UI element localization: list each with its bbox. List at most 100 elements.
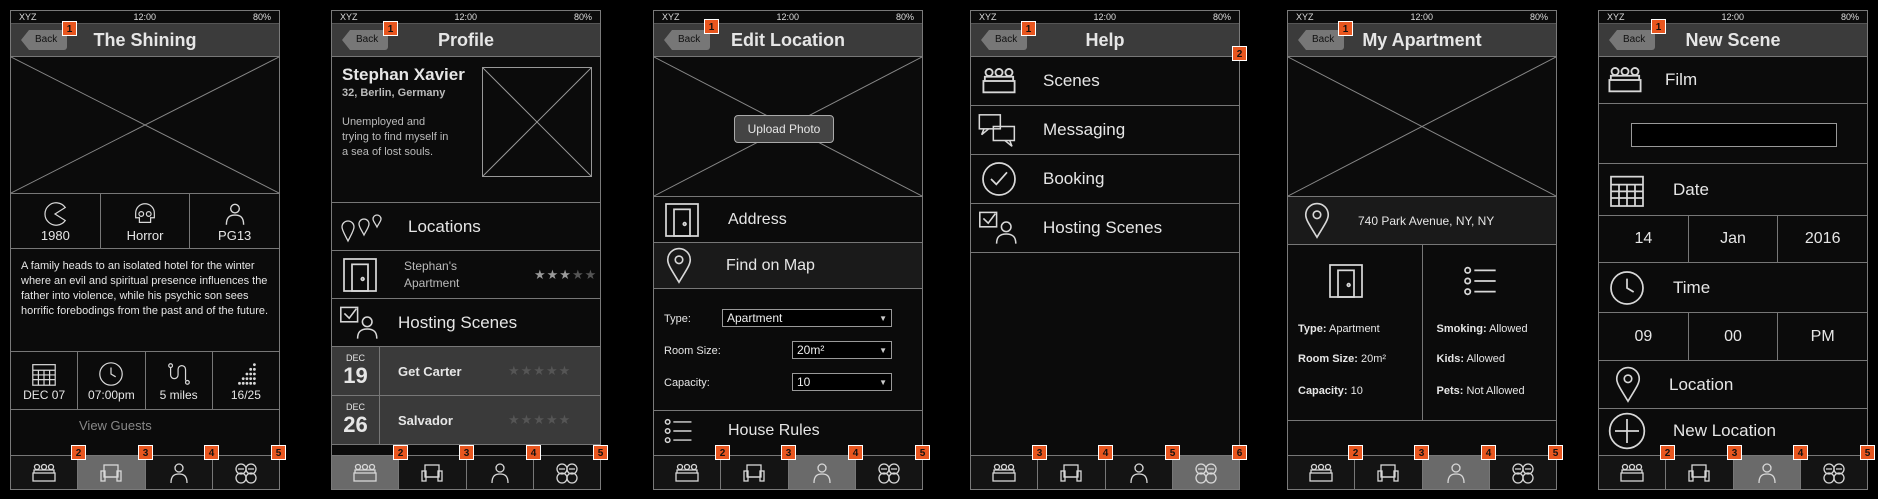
tab-scenes[interactable] bbox=[1288, 456, 1356, 489]
tab-hosting[interactable] bbox=[1038, 456, 1106, 489]
tab-hosting[interactable] bbox=[1666, 456, 1734, 489]
film-reels-icon bbox=[1193, 461, 1219, 485]
page-title: Edit Location bbox=[731, 29, 845, 50]
tab-profile[interactable] bbox=[1106, 456, 1173, 489]
film-reels-icon bbox=[554, 461, 580, 485]
battery-label: 80% bbox=[1529, 12, 1548, 22]
status-time: 12:00 bbox=[1093, 12, 1117, 22]
theater-seats-icon bbox=[674, 461, 700, 485]
time-hour[interactable]: 09 bbox=[1599, 313, 1689, 360]
poster-image-placeholder bbox=[11, 57, 279, 194]
time-minute[interactable]: 00 bbox=[1689, 313, 1779, 360]
help-item-booking[interactable]: Booking bbox=[971, 155, 1239, 204]
person-icon bbox=[221, 200, 249, 228]
event-row[interactable]: DEC 26 Salvador ★★★★★ bbox=[332, 396, 600, 445]
help-item-hosting[interactable]: Hosting Scenes bbox=[971, 204, 1239, 253]
detail-capacity: Capacity: 10 bbox=[1298, 385, 1363, 397]
event-row[interactable]: DEC 19 Get Carter ★★★★★ bbox=[332, 347, 600, 396]
screen-help: XYZ 12:00 80% Back Help Scenes Messaging… bbox=[970, 10, 1240, 490]
find-on-map-row[interactable]: Find on Map bbox=[654, 243, 922, 289]
address-label: Address bbox=[728, 210, 787, 228]
annotation-badge-2: 2 bbox=[1660, 445, 1675, 460]
time-row: Time bbox=[1599, 263, 1867, 313]
tab-hosting[interactable] bbox=[78, 456, 146, 489]
help-item-label: Messaging bbox=[1043, 120, 1126, 139]
time-ampm[interactable]: PM bbox=[1778, 313, 1867, 360]
tab-hosting[interactable] bbox=[399, 456, 467, 489]
location-row[interactable]: Location bbox=[1599, 361, 1867, 409]
address-row[interactable]: 740 Park Avenue, NY, NY bbox=[1288, 197, 1556, 245]
tab-films[interactable] bbox=[1172, 456, 1239, 489]
profile-meta: 32, Berlin, Germany bbox=[342, 87, 446, 99]
upload-photo-button[interactable]: Upload Photo bbox=[734, 115, 834, 143]
annotation-badge-5: 5 bbox=[271, 445, 286, 460]
tab-scenes[interactable] bbox=[332, 456, 400, 489]
theater-seats-icon bbox=[991, 461, 1017, 485]
rule-key: Kids: bbox=[1436, 353, 1465, 365]
status-time: 12:00 bbox=[1410, 12, 1434, 22]
help-item-scenes[interactable]: Scenes bbox=[971, 57, 1239, 106]
annotation-badge-2: 2 bbox=[393, 445, 408, 460]
room-size-select[interactable]: 20m² ▼ bbox=[792, 341, 892, 359]
annotation-badge-5: 5 bbox=[915, 445, 930, 460]
distance-label: 5 miles bbox=[159, 387, 198, 402]
type-select[interactable]: Apartment ▼ bbox=[722, 309, 892, 327]
date-year[interactable]: 2016 bbox=[1778, 216, 1867, 262]
tab-profile[interactable] bbox=[467, 456, 534, 489]
status-bar: XYZ 12:00 80% bbox=[1288, 11, 1556, 24]
tab-hosting[interactable] bbox=[721, 456, 789, 489]
tab-scenes[interactable] bbox=[11, 456, 79, 489]
capacity-select[interactable]: 10 ▼ bbox=[792, 373, 892, 391]
profile-photo-placeholder bbox=[482, 67, 592, 177]
tab-hosting[interactable] bbox=[1355, 456, 1423, 489]
tab-films[interactable] bbox=[856, 456, 922, 489]
date-month[interactable]: Jan bbox=[1689, 216, 1779, 262]
list-icon bbox=[662, 414, 696, 448]
tab-profile[interactable] bbox=[788, 456, 856, 489]
annotation-badge-4: 4 bbox=[1793, 445, 1808, 460]
back-button[interactable]: Back bbox=[21, 30, 68, 50]
theater-seats-icon bbox=[1619, 461, 1645, 485]
check-circle-icon bbox=[979, 159, 1019, 199]
annotation-badge-3: 3 bbox=[1414, 445, 1429, 460]
rating-fact: PG13 bbox=[190, 194, 279, 248]
carrier-label: XYZ bbox=[19, 12, 37, 22]
tab-films[interactable] bbox=[534, 456, 600, 489]
help-item-messaging[interactable]: Messaging bbox=[971, 106, 1239, 155]
plus-circle-icon bbox=[1607, 411, 1647, 451]
address-row[interactable]: Address bbox=[654, 197, 922, 243]
annotation-badge-4: 4 bbox=[1098, 445, 1113, 460]
rule-kids: Kids: Allowed bbox=[1437, 353, 1505, 365]
locations-row[interactable]: Locations bbox=[332, 203, 600, 251]
tab-scenes[interactable] bbox=[1599, 456, 1667, 489]
tab-films[interactable] bbox=[1490, 456, 1556, 489]
annotation-badge-4: 4 bbox=[204, 445, 219, 460]
apartment-row[interactable]: Stephan's Apartment ★★★★★ bbox=[332, 251, 600, 299]
view-guests-link[interactable]: View Guests bbox=[11, 410, 279, 440]
back-button[interactable]: Back bbox=[1609, 30, 1656, 50]
tab-profile[interactable] bbox=[1733, 456, 1801, 489]
event-rating: ★★★★★ bbox=[508, 412, 572, 427]
armchair-icon bbox=[1058, 461, 1084, 485]
location-pin-icon bbox=[664, 246, 694, 286]
screen-profile: XYZ 12:00 80% Back Profile Stephan Xavie… bbox=[331, 10, 601, 490]
hosting-scenes-row[interactable]: Hosting Scenes bbox=[332, 299, 600, 347]
type-label: Type: bbox=[664, 313, 691, 325]
tab-films[interactable] bbox=[1801, 456, 1867, 489]
film-input[interactable] bbox=[1631, 123, 1837, 147]
status-time: 12:00 bbox=[133, 12, 157, 22]
tab-films[interactable] bbox=[213, 456, 279, 489]
tab-profile[interactable] bbox=[1422, 456, 1490, 489]
help-item-label: Booking bbox=[1043, 169, 1105, 188]
film-row[interactable]: Film bbox=[1599, 57, 1867, 104]
annotation-badge-1: 1 bbox=[62, 21, 77, 36]
back-button[interactable]: Back bbox=[342, 30, 389, 50]
annotation-badge-3: 3 bbox=[1032, 445, 1047, 460]
tab-scenes[interactable] bbox=[971, 456, 1039, 489]
rating-label: PG13 bbox=[218, 227, 252, 243]
location-form: Type: Apartment ▼ Room Size: 20m² ▼ Capaci… bbox=[654, 289, 922, 411]
calendar-icon bbox=[1607, 170, 1647, 210]
date-day[interactable]: 14 bbox=[1599, 216, 1689, 262]
tab-scenes[interactable] bbox=[654, 456, 722, 489]
tab-profile[interactable] bbox=[146, 456, 213, 489]
